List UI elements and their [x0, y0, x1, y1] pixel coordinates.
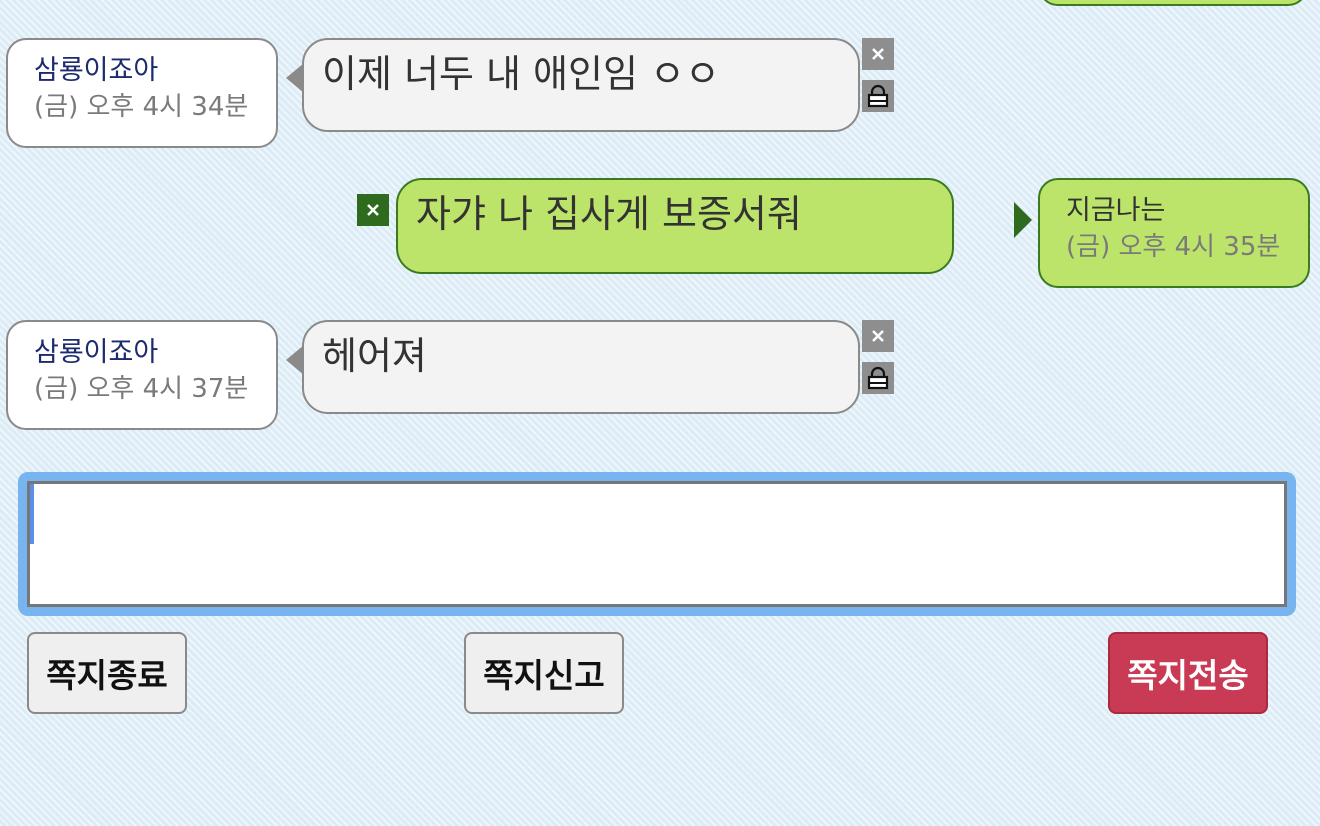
end-message-button[interactable]: 쪽지종료: [27, 632, 187, 714]
bubble-tail: [1014, 202, 1032, 238]
text-caret: [30, 484, 34, 544]
delete-message-icon[interactable]: [862, 320, 894, 352]
message-text: 자갸 나 집사게 보증서줘: [416, 192, 802, 236]
message-text: 이제 너두 내 애인임 ㅇㅇ: [322, 52, 720, 96]
message-text: 헤어져: [322, 334, 427, 378]
message-input[interactable]: [27, 481, 1287, 607]
compose-box: [18, 472, 1296, 616]
lock-icon[interactable]: [862, 362, 894, 394]
sender-info: 삼룡이죠아 (금) 오후 4시 37분: [6, 320, 278, 430]
message-time: (금) 오후 4시 37분: [34, 374, 249, 404]
sender-info: 지금나는 (금) 오후 4시 35분: [1038, 178, 1310, 288]
previous-message-clipped: [1038, 0, 1308, 6]
message-time: (금) 오후 4시 35분: [1066, 232, 1281, 262]
delete-message-icon[interactable]: [357, 194, 389, 226]
message-bubble: 헤어져: [302, 320, 860, 414]
message-bubble: 이제 너두 내 애인임 ㅇㅇ: [302, 38, 860, 132]
sender-name[interactable]: 삼룡이죠아: [34, 54, 276, 88]
sender-name[interactable]: 삼룡이죠아: [34, 336, 276, 370]
lock-icon[interactable]: [862, 80, 894, 112]
sender-name[interactable]: 지금나는: [1066, 194, 1308, 228]
sender-info: 삼룡이죠아 (금) 오후 4시 34분: [6, 38, 278, 148]
send-message-button[interactable]: 쪽지전송: [1108, 632, 1268, 714]
message-bubble: 자갸 나 집사게 보증서줘: [396, 178, 954, 274]
message-time: (금) 오후 4시 34분: [34, 92, 249, 122]
report-message-button[interactable]: 쪽지신고: [464, 632, 624, 714]
delete-message-icon[interactable]: [862, 38, 894, 70]
